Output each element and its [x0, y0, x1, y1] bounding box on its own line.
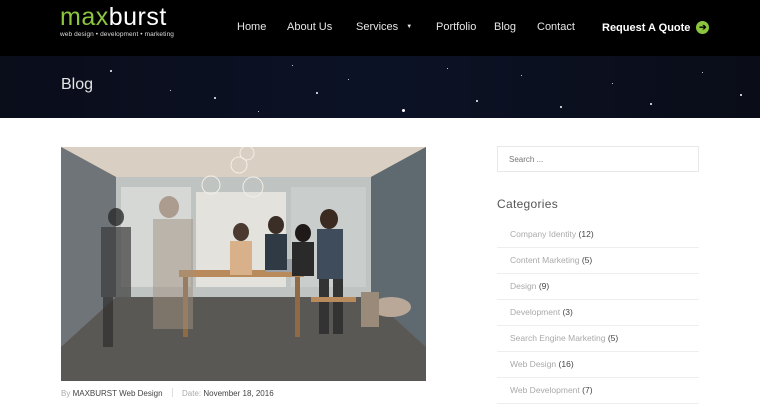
category-count: (5) [581, 255, 593, 265]
date-label: Date: [182, 389, 202, 398]
logo[interactable]: maxburst web design • development • mark… [60, 4, 174, 38]
category-count: (7) [582, 385, 593, 395]
category-item[interactable]: Development (3) [497, 300, 699, 326]
meta-divider [171, 388, 173, 397]
category-name[interactable]: Design [510, 281, 536, 291]
category-name[interactable]: Web Development [510, 385, 580, 395]
category-name[interactable]: Web Design [510, 359, 556, 369]
page-hero: Blog [0, 56, 760, 118]
logo-suffix: burst [108, 3, 167, 31]
nav-about-us[interactable]: About Us [287, 21, 332, 33]
nav-home[interactable]: Home [237, 21, 266, 33]
category-count: (5) [607, 333, 619, 343]
category-item[interactable]: Web Development (7) [497, 378, 699, 404]
category-item[interactable]: Content Marketing (5) [497, 248, 699, 274]
category-item[interactable]: Design (9) [497, 274, 699, 300]
nav-services[interactable]: Services ▼ [356, 21, 412, 33]
request-quote-label: Request A Quote [602, 21, 691, 34]
category-item[interactable]: Web Design (16) [497, 352, 699, 378]
nav-services-label: Services [356, 21, 399, 33]
request-quote-button[interactable]: Request A Quote ➔ [602, 21, 710, 34]
nav-contact[interactable]: Contact [537, 21, 575, 33]
categories-list: Company Identity (12) Content Marketing … [497, 222, 699, 404]
post-meta: By MAXBURST Web Design Date: November 18… [61, 388, 274, 398]
office-meeting-image [61, 147, 426, 381]
arrow-right-circle-icon: ➔ [696, 21, 710, 34]
categories-heading: Categories [497, 197, 559, 211]
post-date: November 18, 2016 [203, 389, 274, 398]
category-name[interactable]: Search Engine Marketing [510, 333, 605, 343]
page-title: Blog [61, 76, 94, 93]
by-label: By [61, 389, 71, 398]
logo-tagline: web design • development • marketing [60, 31, 175, 38]
post-featured-image[interactable] [61, 147, 426, 381]
category-name[interactable]: Development [510, 307, 560, 317]
post-author[interactable]: MAXBURST Web Design [73, 389, 163, 398]
nav-blog[interactable]: Blog [494, 21, 516, 33]
category-item[interactable]: Search Engine Marketing (5) [497, 326, 699, 352]
caret-down-icon: ▼ [406, 24, 413, 30]
search-input[interactable] [497, 146, 699, 172]
category-count: (9) [538, 281, 550, 291]
logo-wordmark: maxburst [60, 4, 174, 30]
logo-prefix: max [60, 3, 109, 31]
site-header: maxburst web design • development • mark… [0, 0, 760, 56]
category-count: (12) [578, 229, 594, 239]
category-name[interactable]: Company Identity [510, 229, 576, 239]
category-item[interactable]: Company Identity (12) [497, 222, 699, 248]
category-name[interactable]: Content Marketing [510, 255, 579, 265]
category-count: (3) [562, 307, 573, 317]
category-count: (16) [558, 359, 574, 369]
nav-portfolio[interactable]: Portfolio [436, 21, 476, 33]
